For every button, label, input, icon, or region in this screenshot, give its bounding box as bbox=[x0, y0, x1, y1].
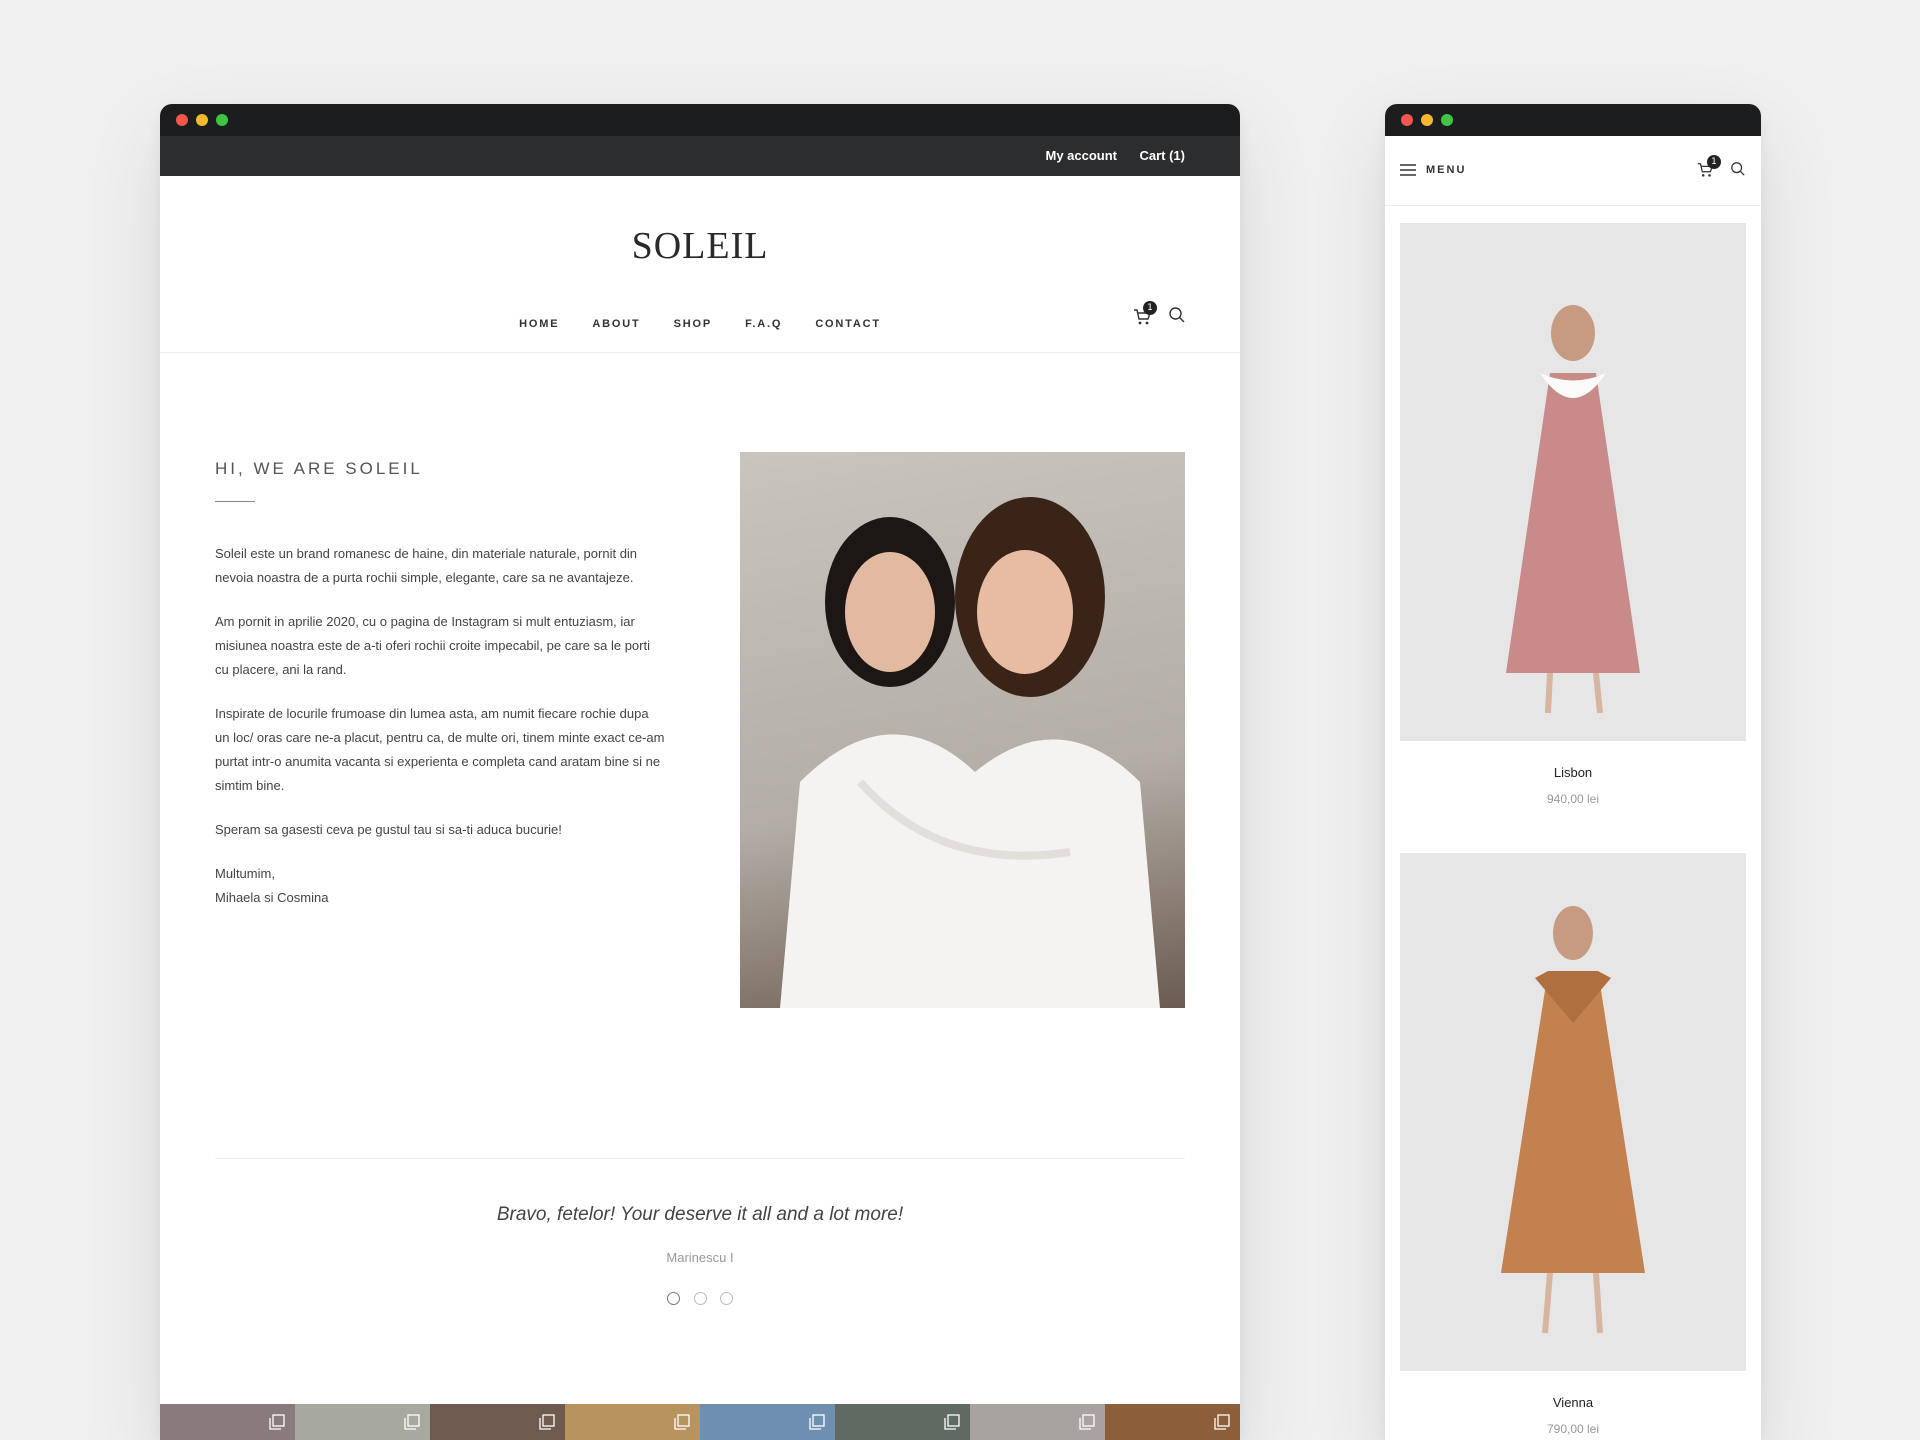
about-paragraph: Soleil este un brand romanesc de haine, … bbox=[215, 546, 638, 585]
gallery-icon bbox=[539, 1414, 555, 1434]
testimonial-author: Marinescu I bbox=[666, 1250, 734, 1265]
menu-label: MENU bbox=[1426, 164, 1467, 176]
top-bar: My account Cart (1) bbox=[160, 136, 1240, 176]
nav-home[interactable]: HOME bbox=[519, 318, 559, 330]
about-paragraph: Inspirate de locurile frumoase din lumea… bbox=[215, 706, 665, 793]
main-nav: HOME ABOUT SHOP F.A.Q CONTACT bbox=[160, 312, 1240, 331]
product-image[interactable] bbox=[1400, 223, 1746, 741]
close-dot[interactable] bbox=[176, 114, 188, 126]
nav-about[interactable]: ABOUT bbox=[592, 318, 640, 330]
founders-photo bbox=[740, 452, 1185, 1008]
product-price: 790,00 lei bbox=[1546, 1422, 1600, 1436]
cart-icon[interactable]: 1 bbox=[1696, 155, 1721, 181]
instagram-tile[interactable] bbox=[565, 1404, 700, 1440]
carousel-dot[interactable] bbox=[719, 1292, 733, 1305]
minimize-dot[interactable] bbox=[1421, 114, 1433, 126]
my-account-link[interactable]: My account bbox=[1045, 148, 1117, 163]
search-icon[interactable] bbox=[1730, 161, 1746, 181]
signoff-line: Multumim, bbox=[215, 866, 275, 881]
desktop-titlebar bbox=[160, 104, 1240, 136]
maximize-dot[interactable] bbox=[1441, 114, 1453, 126]
nav-shop[interactable]: SHOP bbox=[674, 318, 712, 330]
gallery-icon bbox=[1214, 1414, 1230, 1434]
maximize-dot[interactable] bbox=[216, 114, 228, 126]
header-divider bbox=[160, 352, 1240, 353]
product-image[interactable] bbox=[1400, 853, 1746, 1371]
cart-count-badge: 1 bbox=[1143, 301, 1157, 315]
carousel-dots bbox=[160, 1290, 1240, 1309]
close-dot[interactable] bbox=[1401, 114, 1413, 126]
instagram-tile[interactable] bbox=[295, 1404, 430, 1440]
about-paragraph: Am pornit in aprilie 2020, cu o pagina d… bbox=[215, 614, 650, 677]
section-divider bbox=[215, 1158, 1185, 1159]
nav-faq[interactable]: F.A.Q bbox=[745, 318, 782, 330]
cart-link[interactable]: Cart (1) bbox=[1139, 148, 1185, 163]
carousel-dot[interactable] bbox=[667, 1292, 681, 1305]
product-name[interactable]: Vienna bbox=[1400, 1395, 1746, 1410]
product-name[interactable]: Lisbon bbox=[1400, 765, 1746, 780]
mobile-window: MENU 1 Lisbon 940,00 lei Vienna 790,00 l… bbox=[1385, 104, 1761, 1440]
product-card[interactable]: Vienna 790,00 lei bbox=[1400, 853, 1746, 1436]
gallery-icon bbox=[404, 1414, 420, 1434]
about-text: Soleil este un brand romanesc de haine, … bbox=[215, 542, 665, 910]
minimize-dot[interactable] bbox=[196, 114, 208, 126]
heading-rule bbox=[215, 501, 255, 502]
testimonial-quote: Bravo, fetelor! Your deserve it all and … bbox=[496, 1204, 904, 1225]
mobile-header-icons: 1 bbox=[1696, 155, 1746, 181]
cart-count-badge: 1 bbox=[1707, 155, 1721, 169]
mobile-titlebar bbox=[1385, 104, 1761, 136]
hamburger-icon bbox=[1400, 164, 1416, 176]
nav-contact[interactable]: CONTACT bbox=[815, 318, 881, 330]
gallery-icon bbox=[1079, 1414, 1095, 1434]
instagram-tile[interactable] bbox=[430, 1404, 565, 1440]
desktop-window: My account Cart (1) SOLEIL HOME ABOUT SH… bbox=[160, 104, 1240, 1440]
instagram-tile[interactable] bbox=[1105, 1404, 1240, 1440]
instagram-tile[interactable] bbox=[160, 1404, 295, 1440]
instagram-strip bbox=[160, 1404, 1240, 1440]
product-card[interactable]: Lisbon 940,00 lei bbox=[1400, 223, 1746, 806]
product-price: 940,00 lei bbox=[1546, 792, 1600, 806]
menu-button[interactable]: MENU bbox=[1400, 164, 1466, 176]
gallery-icon bbox=[809, 1414, 825, 1434]
cart-icon[interactable]: 1 bbox=[1132, 301, 1157, 327]
header-icons: 1 bbox=[1132, 301, 1186, 328]
site-logo[interactable]: SOLEIL bbox=[160, 224, 1240, 268]
search-icon[interactable] bbox=[1168, 306, 1186, 328]
gallery-icon bbox=[944, 1414, 960, 1434]
gallery-icon bbox=[674, 1414, 690, 1434]
about-paragraph: Speram sa gasesti ceva pe gustul tau si … bbox=[215, 822, 562, 837]
gallery-icon bbox=[269, 1414, 285, 1434]
signoff-names: Mihaela si Cosmina bbox=[215, 890, 329, 905]
instagram-tile[interactable] bbox=[970, 1404, 1105, 1440]
about-heading: HI, WE ARE SOLEIL bbox=[215, 459, 423, 478]
carousel-dot[interactable] bbox=[693, 1292, 707, 1305]
instagram-tile[interactable] bbox=[700, 1404, 835, 1440]
mobile-header: MENU 1 bbox=[1385, 136, 1761, 206]
instagram-tile[interactable] bbox=[835, 1404, 970, 1440]
